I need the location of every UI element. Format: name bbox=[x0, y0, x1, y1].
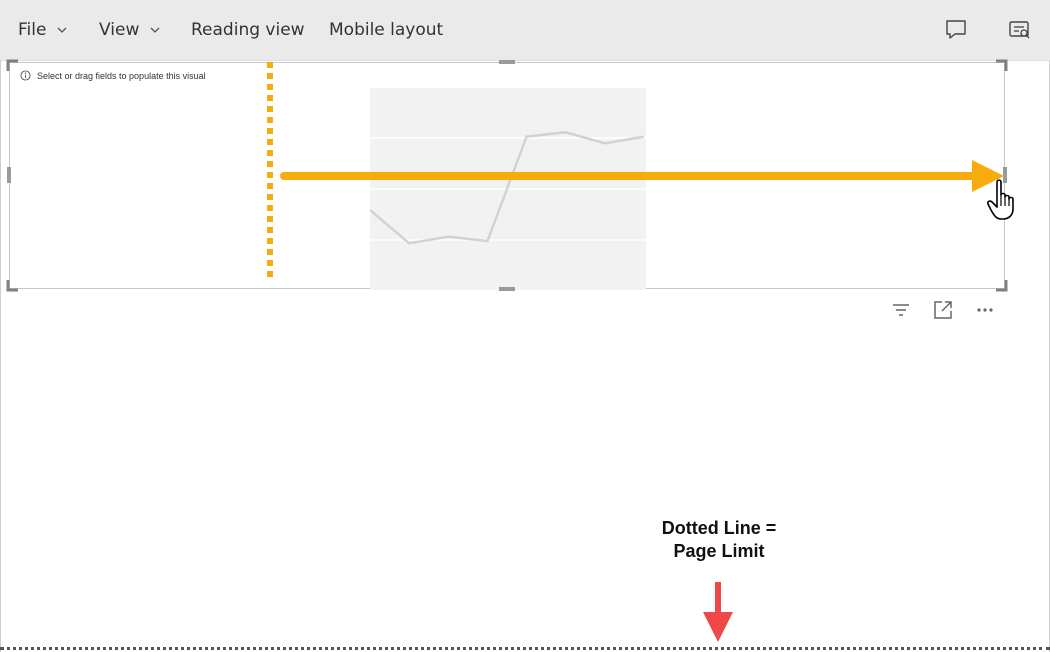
page-limit-dotted-line bbox=[0, 647, 1050, 650]
more-options-icon[interactable] bbox=[973, 298, 997, 322]
drag-annotation bbox=[267, 62, 1004, 642]
page-limit-annotation: Dotted Line = Page Limit bbox=[640, 517, 798, 563]
annotation-line-1: Dotted Line = bbox=[661, 518, 777, 538]
hand-cursor-icon bbox=[987, 179, 1014, 220]
annotation-line-2: Page Limit bbox=[673, 541, 765, 561]
focus-mode-icon[interactable] bbox=[931, 298, 955, 322]
filter-icon[interactable] bbox=[889, 298, 913, 322]
red-arrow-head bbox=[703, 612, 733, 642]
